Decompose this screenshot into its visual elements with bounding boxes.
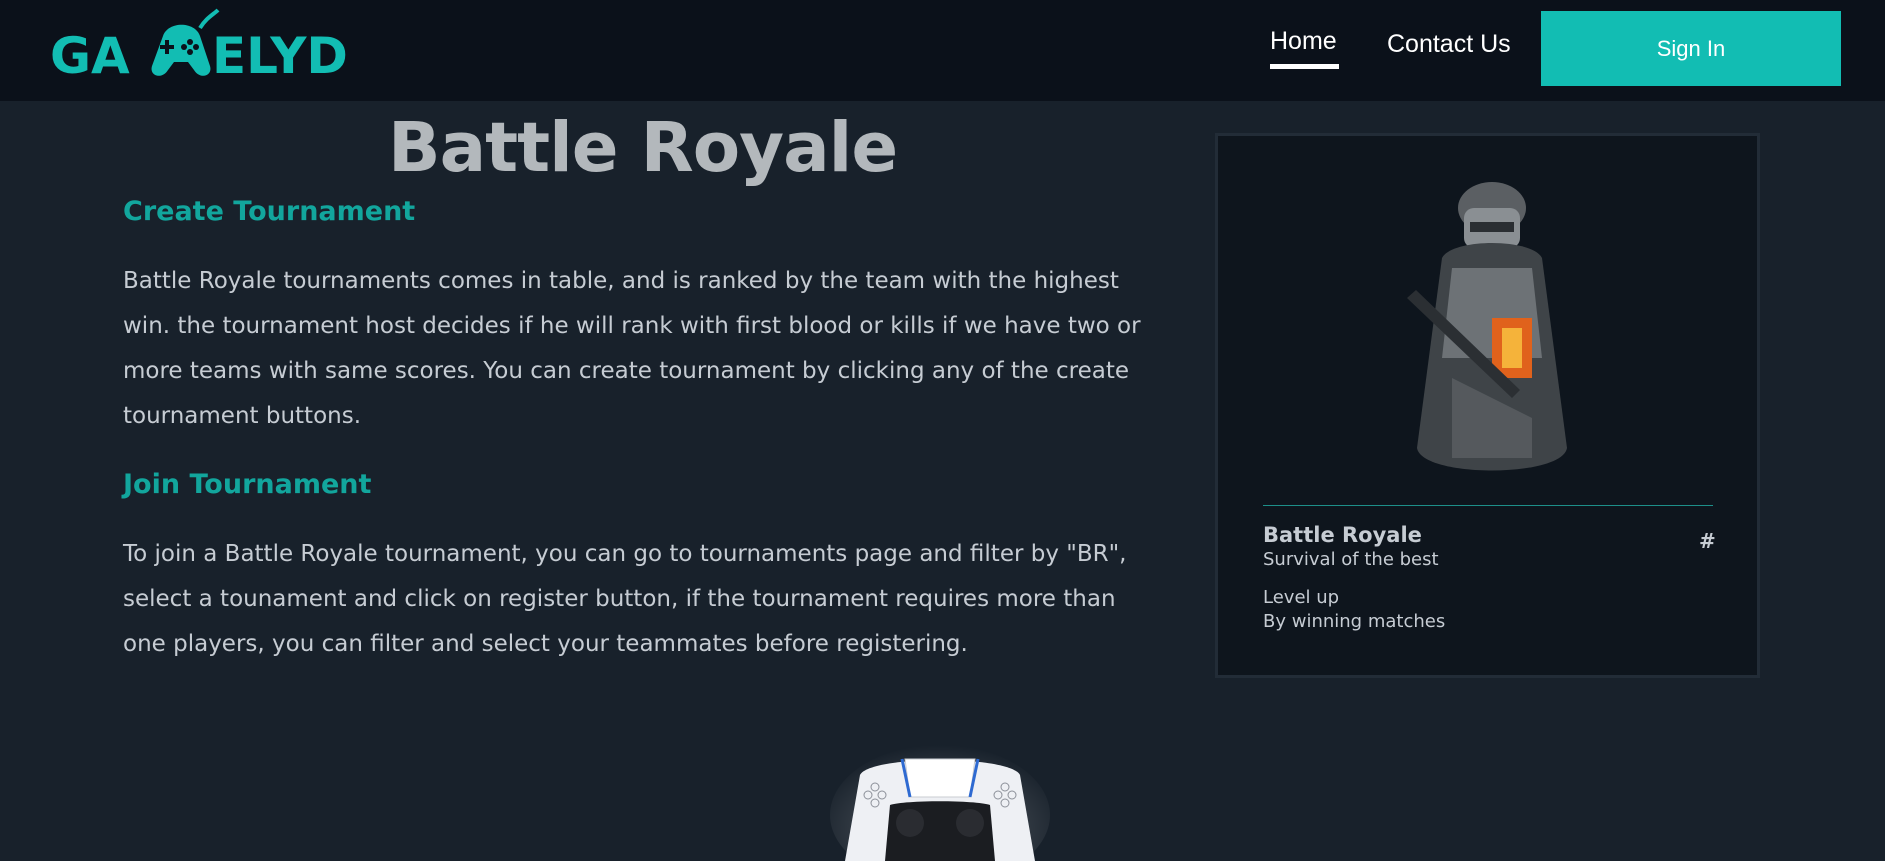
card-subtitle: Survival of the best xyxy=(1263,549,1439,570)
svg-text:ELYD: ELYD xyxy=(212,27,348,85)
active-tab-underline xyxy=(1270,64,1339,69)
sign-in-button[interactable]: Sign In xyxy=(1541,11,1841,86)
join-tournament-heading: Join Tournament xyxy=(123,469,372,500)
card-level-subtitle: By winning matches xyxy=(1263,611,1446,632)
card-level-title: Level up xyxy=(1263,587,1340,608)
top-nav-bar: GA ELYD Home Contact Us Sign In xyxy=(0,0,1885,101)
soldier-image xyxy=(1392,178,1592,490)
card-hash-icon[interactable]: # xyxy=(1699,529,1716,553)
gamelyd-logo[interactable]: GA ELYD xyxy=(50,6,350,86)
page-title: Battle Royale xyxy=(388,108,898,188)
create-tournament-heading: Create Tournament xyxy=(123,196,416,227)
nav-contact-link[interactable]: Contact Us xyxy=(1387,30,1511,59)
game-card: Battle Royale Survival of the best # Lev… xyxy=(1215,133,1760,678)
game-controller-image xyxy=(830,745,1050,861)
card-title: Battle Royale xyxy=(1263,523,1422,547)
nav-home-link[interactable]: Home xyxy=(1270,27,1337,56)
card-divider xyxy=(1263,505,1713,506)
join-tournament-text: To join a Battle Royale tournament, you … xyxy=(123,541,1127,657)
create-tournament-text: Battle Royale tournaments comes in table… xyxy=(123,268,1141,429)
svg-text:GA: GA xyxy=(50,27,130,85)
